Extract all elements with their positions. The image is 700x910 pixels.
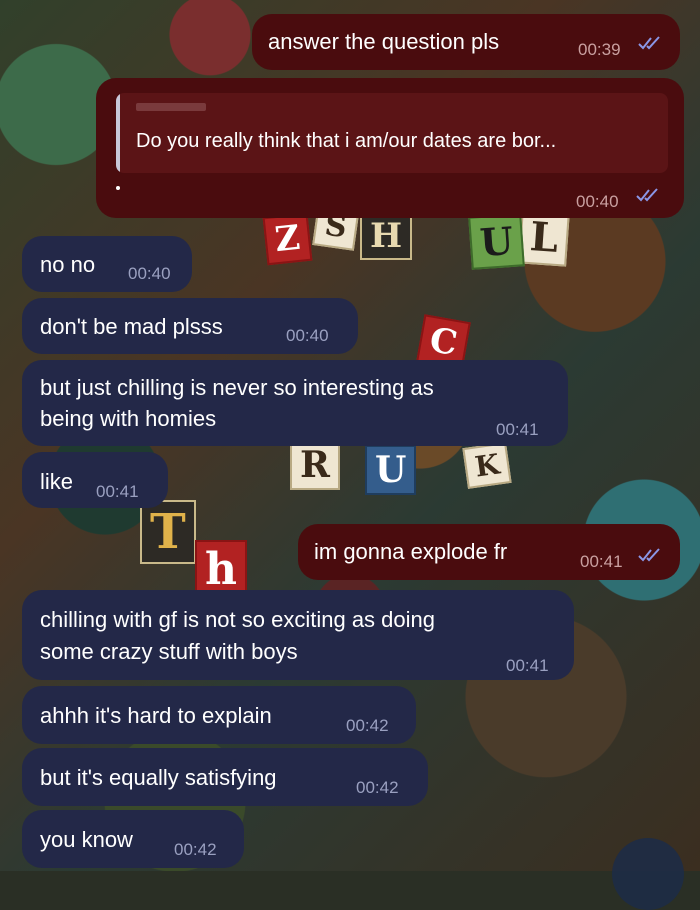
wallpaper-letter: Z xyxy=(262,212,313,266)
message-text: answer the question pls xyxy=(268,29,500,54)
double-check-icon xyxy=(636,188,658,202)
outgoing-reply-message[interactable]: Do you really think that i am/our dates … xyxy=(96,78,684,218)
message-time: 00:41 xyxy=(580,552,623,571)
incoming-message[interactable]: you know 00:42 xyxy=(22,810,244,868)
incoming-message[interactable]: but it's equally satisfying 00:42 xyxy=(22,748,428,806)
wallpaper-letter: U xyxy=(468,213,525,270)
message-time: 00:41 xyxy=(96,482,139,501)
message-text: no no xyxy=(40,252,96,277)
outgoing-message[interactable]: im gonna explode fr 00:41 xyxy=(298,524,680,580)
scroll-down-button[interactable] xyxy=(612,838,684,910)
incoming-message[interactable]: don't be mad plsss 00:40 xyxy=(22,298,358,354)
message-time: 00:42 xyxy=(174,840,217,859)
wallpaper-letter: T xyxy=(140,500,196,564)
message-text: but it's equally satisfying xyxy=(40,765,277,790)
incoming-message[interactable]: but just chilling is never so interestin… xyxy=(22,360,568,446)
reply-quote[interactable]: Do you really think that i am/our dates … xyxy=(116,93,668,173)
message-text: im gonna explode fr xyxy=(314,539,508,564)
wallpaper-letter: U xyxy=(365,445,417,495)
dot-mark xyxy=(116,186,120,190)
message-text-line: but just chilling is never so interestin… xyxy=(40,375,434,400)
message-text: don't be mad plsss xyxy=(40,314,223,339)
wallpaper-letter: R xyxy=(290,440,340,490)
message-text: ahhh it's hard to explain xyxy=(40,703,272,728)
message-text-line: being with homies xyxy=(40,406,217,431)
double-check-icon xyxy=(638,36,660,50)
message-time: 00:41 xyxy=(496,420,539,439)
message-text: like xyxy=(40,469,74,494)
quote-bar xyxy=(116,93,120,173)
message-time: 00:39 xyxy=(578,40,621,59)
wallpaper-letter: H xyxy=(360,212,413,260)
wallpaper-letter: K xyxy=(462,442,512,489)
message-time: 00:40 xyxy=(286,326,329,345)
incoming-message[interactable]: like 00:41 xyxy=(22,452,168,508)
incoming-message[interactable]: no no 00:40 xyxy=(22,236,192,292)
message-text: you know xyxy=(40,827,133,852)
message-time: 00:40 xyxy=(576,192,619,211)
double-check-icon xyxy=(638,548,660,562)
message-time: 00:41 xyxy=(506,656,549,675)
incoming-message[interactable]: chilling with gf is not so exciting as d… xyxy=(22,590,574,680)
message-time: 00:40 xyxy=(128,264,171,283)
quote-text: Do you really think that i am/our dates … xyxy=(136,130,557,152)
message-text-line: chilling with gf is not so exciting as d… xyxy=(40,607,435,632)
message-time: 00:42 xyxy=(346,716,389,735)
message-time: 00:42 xyxy=(356,778,399,797)
outgoing-message[interactable]: answer the question pls 00:39 xyxy=(252,14,680,70)
incoming-message[interactable]: ahhh it's hard to explain 00:42 xyxy=(22,686,416,744)
quote-author-redacted xyxy=(136,103,206,111)
message-text-line: some crazy stuff with boys xyxy=(40,639,298,664)
